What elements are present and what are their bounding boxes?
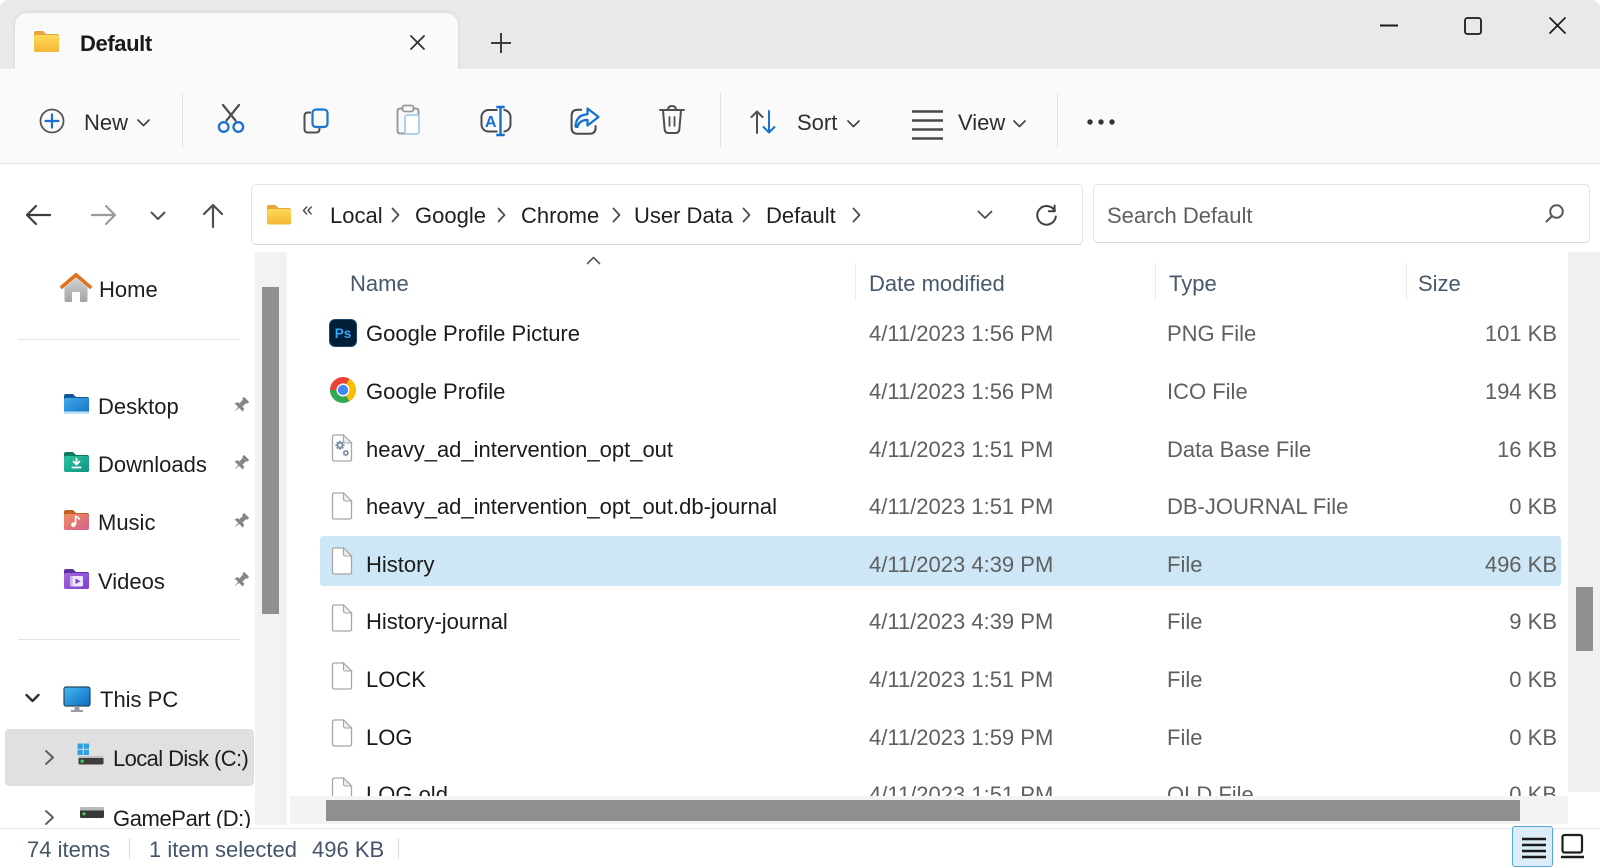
svg-text:Ps: Ps <box>335 326 352 341</box>
svg-text:A: A <box>485 114 497 131</box>
